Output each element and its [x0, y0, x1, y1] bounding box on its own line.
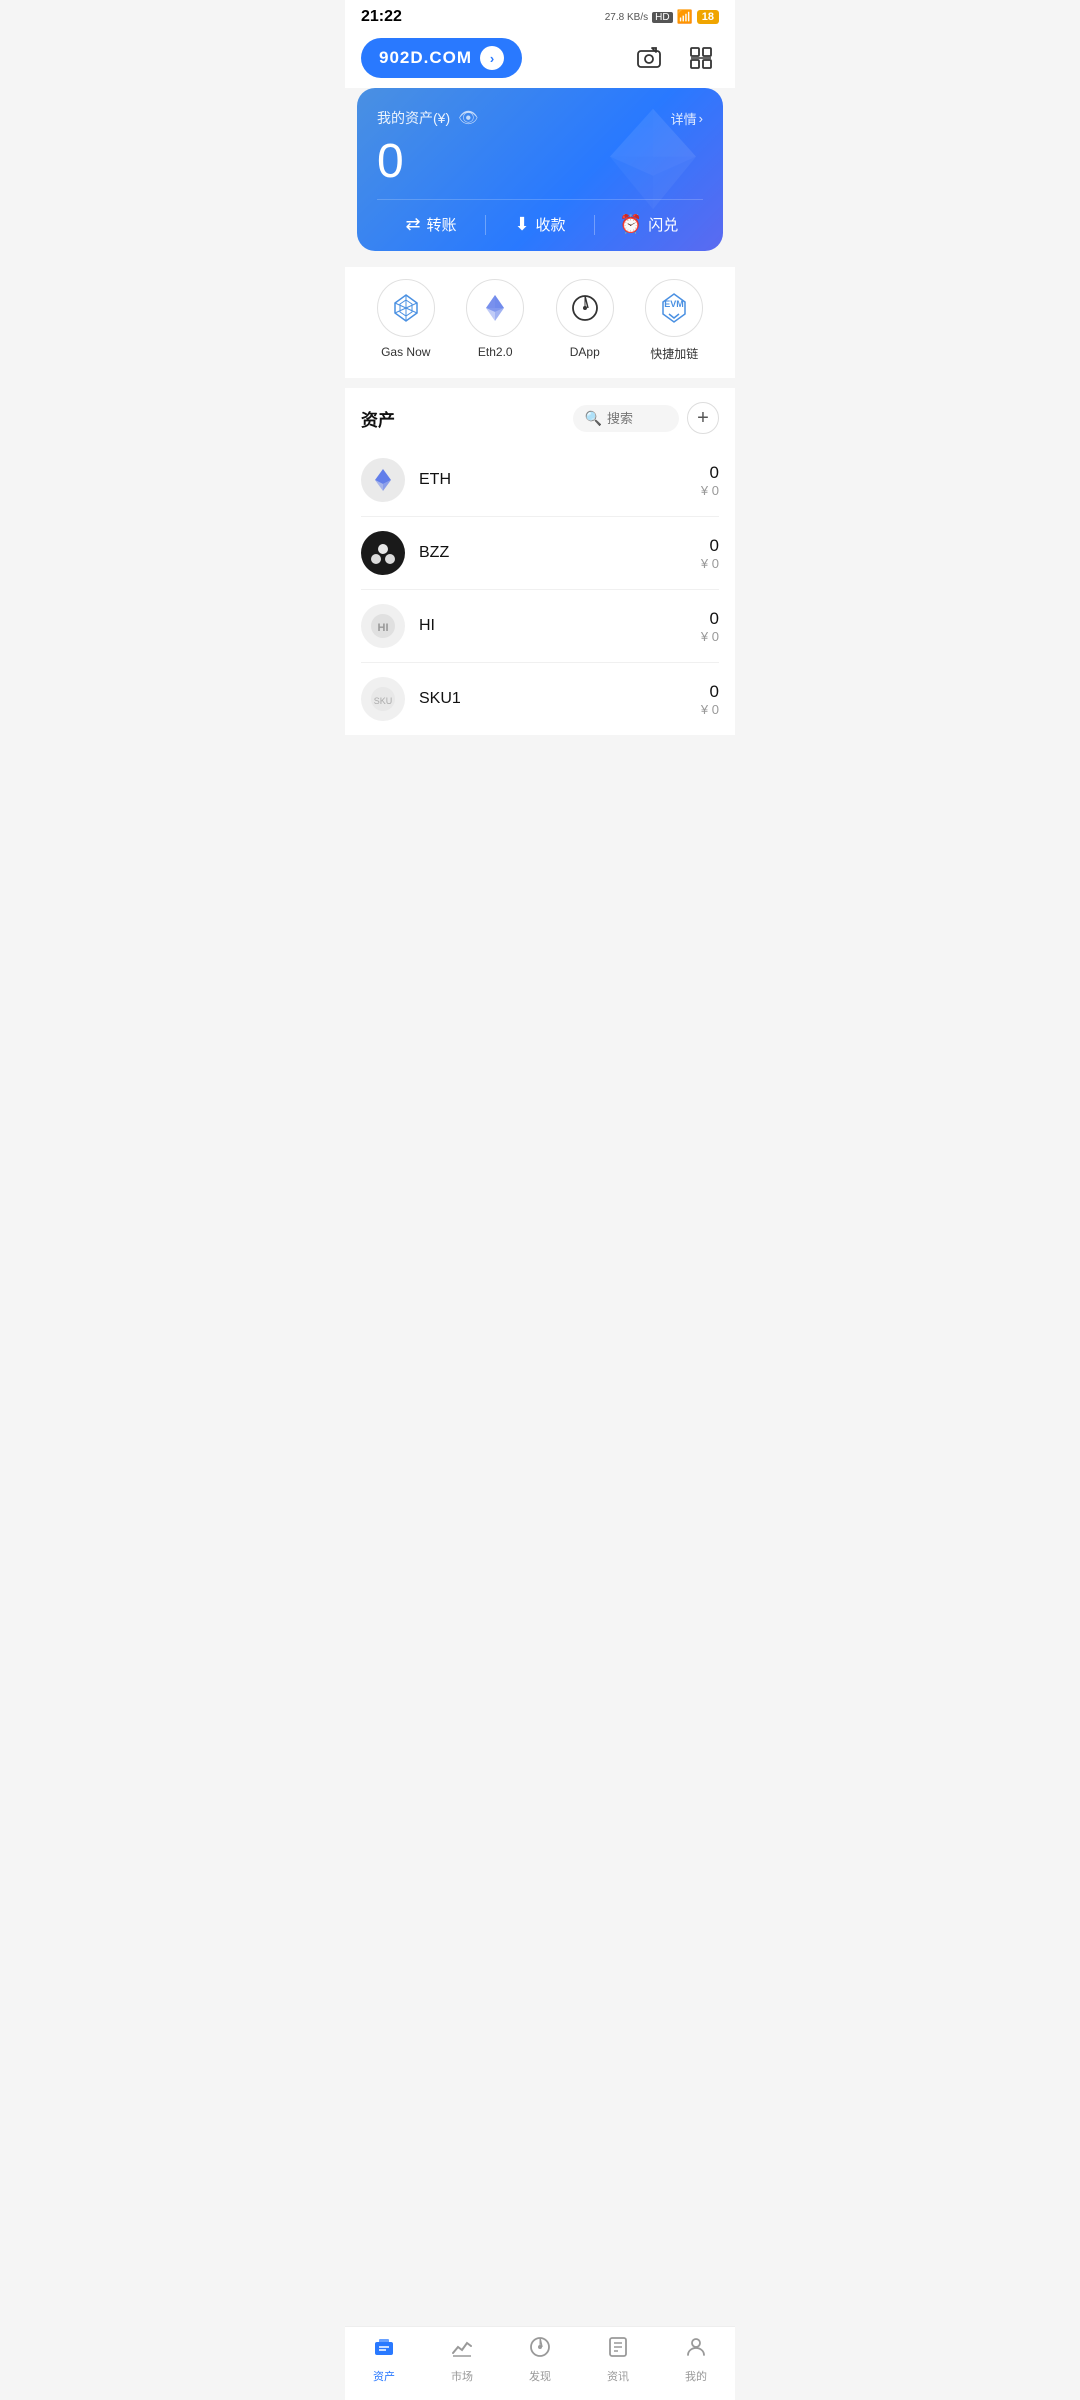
- eth-values: 0 ¥ 0: [701, 463, 719, 498]
- status-icons: 27.8 KB/s HD 📶 18: [605, 9, 719, 25]
- svg-text:HI: HI: [378, 622, 389, 634]
- news-tab-label: 资讯: [607, 2368, 629, 2384]
- top-nav: 902D.COM ›: [345, 30, 735, 88]
- news-tab-icon: [606, 2335, 630, 2365]
- sku1-name: SKU1: [419, 690, 701, 708]
- bzz-logo: [361, 531, 405, 575]
- eth-cny: ¥ 0: [701, 483, 719, 498]
- nav-icons: [631, 40, 719, 76]
- eye-icon[interactable]: 👁: [458, 108, 478, 128]
- sku1-cny: ¥ 0: [701, 702, 719, 717]
- bzz-cny: ¥ 0: [701, 556, 719, 571]
- bottom-tab-bar: 资产 市场 发现: [345, 2326, 735, 2400]
- signal-icon: 📶: [677, 9, 693, 25]
- asset-item-hi[interactable]: HI HI 0 ¥ 0: [361, 590, 719, 663]
- hi-amount: 0: [701, 609, 719, 629]
- gas-now-icon-circle: [377, 279, 435, 337]
- asset-item-sku1[interactable]: SKU SKU1 0 ¥ 0: [361, 663, 719, 735]
- section-title: 资产: [361, 406, 395, 431]
- brand-text: 902D.COM: [379, 48, 472, 68]
- transfer-label: 转账: [427, 214, 457, 235]
- gas-now-label: Gas Now: [381, 345, 430, 359]
- assets-section: 资产 🔍 + ETH 0 ¥ 0: [345, 388, 735, 735]
- scan-button[interactable]: [683, 40, 719, 76]
- bzz-values: 0 ¥ 0: [701, 536, 719, 571]
- quick-chain-icon-circle: EVM: [645, 279, 703, 337]
- dapp-label: DApp: [570, 345, 600, 359]
- market-tab-icon: [450, 2335, 474, 2365]
- quick-item-eth2[interactable]: Eth2.0: [466, 279, 524, 362]
- hi-logo: HI: [361, 604, 405, 648]
- quick-item-gas-now[interactable]: Gas Now: [377, 279, 435, 362]
- tab-news[interactable]: 资讯: [579, 2335, 657, 2384]
- hi-cny: ¥ 0: [701, 629, 719, 644]
- tab-discover[interactable]: 发现: [501, 2335, 579, 2384]
- hi-name: HI: [419, 617, 701, 635]
- eth2-icon-circle: [466, 279, 524, 337]
- tab-assets[interactable]: 资产: [345, 2335, 423, 2384]
- tab-market[interactable]: 市场: [423, 2335, 501, 2384]
- brand-button[interactable]: 902D.COM ›: [361, 38, 522, 78]
- assets-title-row: 我的资产(¥) 👁: [377, 108, 478, 128]
- sku1-amount: 0: [701, 682, 719, 702]
- search-input-wrap[interactable]: 🔍: [573, 405, 679, 432]
- search-bar: 🔍 +: [573, 402, 719, 434]
- battery-icon: 18: [697, 10, 719, 24]
- discover-tab-icon: [528, 2335, 552, 2365]
- asset-item-bzz[interactable]: BZZ 0 ¥ 0: [361, 517, 719, 590]
- svg-text:EVM: EVM: [664, 299, 684, 309]
- receive-button[interactable]: ⬇ 收款: [486, 214, 594, 235]
- assets-section-header: 资产 🔍 +: [361, 388, 719, 444]
- market-tab-label: 市场: [451, 2368, 473, 2384]
- eth2-label: Eth2.0: [478, 345, 513, 359]
- status-time: 21:22: [361, 8, 402, 26]
- profile-tab-icon: [684, 2335, 708, 2365]
- search-icon: 🔍: [585, 410, 602, 427]
- quick-item-dapp[interactable]: DApp: [556, 279, 614, 362]
- bzz-name: BZZ: [419, 544, 701, 562]
- status-bar: 21:22 27.8 KB/s HD 📶 18: [345, 0, 735, 30]
- profile-tab-label: 我的: [685, 2368, 707, 2384]
- eth-diamond-background: [603, 104, 703, 219]
- sku1-values: 0 ¥ 0: [701, 682, 719, 717]
- quick-item-quick-chain[interactable]: EVM 快捷加链: [645, 279, 703, 362]
- camera-add-button[interactable]: [631, 40, 667, 76]
- assets-card: 我的资产(¥) 👁 详情 › 0 ⇄ 转账 ⬇ 收款 ⏰ 闪兑: [357, 88, 723, 251]
- receive-icon: ⬇: [514, 214, 529, 235]
- eth-amount: 0: [701, 463, 719, 483]
- svg-text:SKU: SKU: [374, 696, 393, 706]
- receive-label: 收款: [536, 214, 566, 235]
- transfer-button[interactable]: ⇄ 转账: [377, 214, 485, 235]
- assets-tab-icon: [372, 2335, 396, 2365]
- transfer-icon: ⇄: [405, 214, 420, 235]
- sku1-logo: SKU: [361, 677, 405, 721]
- discover-tab-label: 发现: [529, 2368, 551, 2384]
- quick-chain-label: 快捷加链: [650, 345, 698, 362]
- hd-badge: HD: [652, 12, 672, 23]
- dapp-icon-circle: [556, 279, 614, 337]
- quick-menu: Gas Now Eth2.0: [345, 267, 735, 378]
- search-input[interactable]: [607, 411, 667, 426]
- eth-name: ETH: [419, 471, 701, 489]
- bzz-amount: 0: [701, 536, 719, 556]
- speed-indicator: 27.8 KB/s: [605, 12, 648, 23]
- add-asset-button[interactable]: +: [687, 402, 719, 434]
- tab-profile[interactable]: 我的: [657, 2335, 735, 2384]
- asset-item-eth[interactable]: ETH 0 ¥ 0: [361, 444, 719, 517]
- assets-tab-label: 资产: [373, 2368, 395, 2384]
- brand-arrow-icon: ›: [480, 46, 504, 70]
- assets-title: 我的资产(¥): [377, 108, 450, 128]
- eth-logo: [361, 458, 405, 502]
- hi-values: 0 ¥ 0: [701, 609, 719, 644]
